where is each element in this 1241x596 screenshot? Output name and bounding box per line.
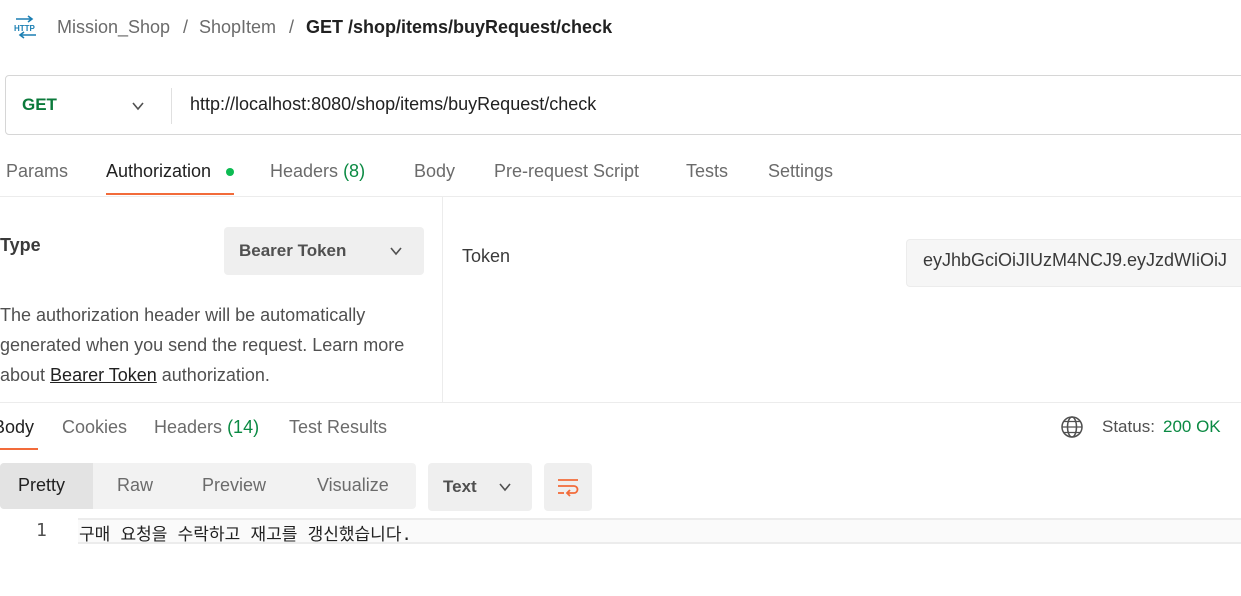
line-number: 1 — [36, 520, 47, 541]
format-value[interactable]: Text — [443, 477, 477, 497]
chevron-down-icon[interactable] — [497, 479, 513, 495]
headers-count: (8) — [343, 161, 366, 181]
response-tab-cookies[interactable]: Cookies — [62, 417, 127, 438]
bearer-token-link[interactable]: Bearer Token — [50, 365, 157, 385]
chevron-down-icon[interactable] — [388, 243, 404, 259]
tab-authorization[interactable]: Authorization — [106, 161, 211, 182]
response-tab-headers[interactable]: Headers (14) — [154, 417, 259, 438]
divider — [442, 197, 443, 402]
tab-settings[interactable]: Settings — [768, 161, 833, 182]
auth-type-value[interactable]: Bearer Token — [239, 241, 346, 261]
status-dot — [226, 168, 234, 176]
divider — [0, 402, 1241, 403]
status-value[interactable]: 200 OK — [1163, 417, 1221, 437]
tab-body[interactable]: Body — [414, 161, 455, 182]
token-label: Token — [462, 246, 511, 266]
auth-description: The authorization header will be automat… — [0, 305, 405, 385]
view-mode-pretty[interactable]: Pretty — [18, 475, 65, 496]
response-tab-body[interactable]: Body — [0, 417, 34, 438]
breadcrumb-separator: / — [289, 17, 295, 37]
url-input[interactable]: http://localhost:8080/shop/items/buyRequ… — [190, 94, 596, 115]
tab-pre-request-script[interactable]: Pre-request Script — [494, 161, 639, 182]
auth-type-label: Type — [0, 235, 41, 255]
headers-count: (14) — [227, 417, 260, 437]
http-icon: HTTP — [14, 15, 36, 39]
svg-text:HTTP: HTTP — [14, 24, 36, 33]
globe-icon[interactable] — [1060, 415, 1084, 439]
breadcrumb-separator: / — [183, 17, 189, 37]
tab-headers[interactable]: Headers (8) — [270, 161, 365, 182]
active-tab-indicator — [106, 193, 234, 195]
divider — [0, 196, 1241, 197]
breadcrumb-folder[interactable]: ShopItem — [199, 17, 276, 38]
token-value[interactable]: eyJhbGciOiJIUzM4NCJ9.eyJzdWIiOiJ — [923, 250, 1227, 271]
view-mode-preview[interactable]: Preview — [202, 475, 266, 496]
breadcrumb-collection[interactable]: Mission_Shop — [57, 17, 170, 38]
divider — [171, 88, 172, 124]
method-select[interactable]: GET — [22, 95, 57, 115]
tab-params[interactable]: Params — [6, 161, 68, 182]
chevron-down-icon[interactable] — [130, 98, 146, 114]
response-body-text[interactable]: 구매 요청을 수락하고 재고를 갱신했습니다. — [79, 520, 412, 545]
tab-tests[interactable]: Tests — [686, 161, 728, 182]
view-mode-visualize[interactable]: Visualize — [317, 475, 389, 496]
wrap-lines-icon[interactable] — [556, 475, 580, 499]
request-name[interactable]: GET /shop/items/buyRequest/check — [306, 17, 612, 38]
status-label: Status: — [1102, 417, 1155, 436]
response-tab-test-results[interactable]: Test Results — [289, 417, 387, 438]
active-tab-indicator — [0, 448, 38, 450]
view-mode-raw[interactable]: Raw — [117, 475, 153, 496]
